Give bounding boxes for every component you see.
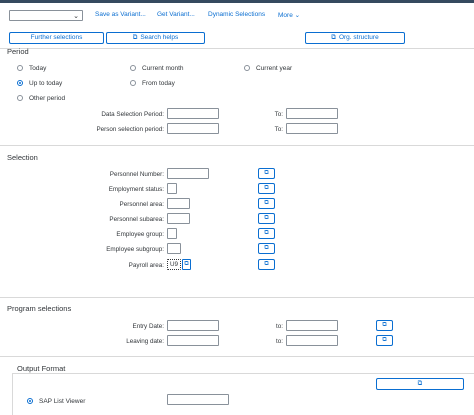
radio-label: Today [29, 64, 47, 72]
external-link-icon: ⧉ [331, 34, 336, 41]
radio-button[interactable] [17, 95, 23, 101]
radio-button[interactable] [17, 65, 23, 71]
more-button[interactable]: More ⌄ [278, 11, 300, 19]
multiple-selection-icon[interactable]: ⧉ [258, 183, 275, 194]
leaving-date-from-input[interactable] [167, 335, 219, 346]
radio-today[interactable]: Today [17, 63, 46, 73]
section-divider [0, 356, 474, 357]
program-selections-title: Program selections [7, 304, 72, 313]
dynamic-selections-button[interactable]: Dynamic Selections [208, 11, 265, 18]
entry-date-from-input[interactable] [167, 320, 219, 331]
org-structure-label: Org. structure [338, 34, 379, 41]
employment-status-input[interactable] [167, 183, 177, 194]
variant-select[interactable]: ⌄ [9, 10, 83, 21]
radio-label: Current year [256, 64, 293, 72]
layout-button[interactable]: ⧉ [376, 378, 464, 390]
entry-date-to-input[interactable] [286, 320, 338, 331]
radio-current-month[interactable]: Current month [130, 63, 184, 73]
search-helps-button[interactable]: ⧉ Search helps [106, 32, 205, 44]
period-title: Period [7, 47, 29, 56]
value-help-icon[interactable]: ⧉ [182, 259, 191, 270]
org-structure-button[interactable]: ⧉ Org. structure [305, 32, 405, 44]
employee-group-label: Employee group: [116, 231, 164, 238]
chevron-down-icon: ⌄ [73, 13, 79, 20]
multiple-selection-icon[interactable]: ⧉ [258, 243, 275, 254]
personnel-number-input[interactable] [167, 168, 209, 179]
data-selection-period-label: Data Selection Period: [101, 111, 164, 118]
multiple-selection-icon[interactable]: ⧉ [258, 213, 275, 224]
employment-status-label: Employment status: [108, 186, 164, 193]
employee-group-input[interactable] [167, 228, 177, 239]
leaving-date-label: Leaving date: [126, 338, 164, 345]
more-label: More [278, 12, 293, 19]
personnel-number-label: Personnel Number: [109, 171, 164, 178]
radio-button[interactable] [130, 65, 136, 71]
radio-up-to-today[interactable]: Up to today [17, 78, 62, 88]
personnel-subarea-label: Personnel subarea: [109, 216, 164, 223]
radio-button[interactable] [130, 80, 136, 86]
radio-label: Current month [142, 64, 184, 72]
radio-label: From today [142, 79, 175, 87]
leaving-date-to-input[interactable] [286, 335, 338, 346]
radio-label: Other period [29, 94, 66, 102]
layout-input[interactable] [167, 394, 229, 405]
radio-label: SAP List Viewer [39, 397, 86, 405]
radio-button-selected[interactable] [17, 80, 23, 86]
person-selection-from-input[interactable] [167, 123, 219, 134]
entry-date-label: Entry Date: [132, 323, 165, 330]
radio-other-period[interactable]: Other period [17, 93, 65, 103]
save-as-variant-button[interactable]: Save as Variant... [95, 11, 146, 18]
data-selection-to-input[interactable] [286, 108, 338, 119]
further-selections-label: Further selections [30, 34, 83, 41]
multiple-selection-icon[interactable]: ⧉ [376, 320, 393, 331]
to-label: to: [275, 338, 283, 345]
chevron-down-icon: ⌄ [294, 12, 301, 19]
radio-sap-list-viewer[interactable]: SAP List Viewer [27, 396, 85, 406]
multiple-selection-icon[interactable]: ⧉ [258, 168, 275, 179]
data-selection-from-input[interactable] [167, 108, 219, 119]
personnel-subarea-input[interactable] [167, 213, 190, 224]
personnel-area-input[interactable] [167, 198, 190, 209]
layout-icon: ⧉ [417, 380, 423, 387]
multiple-selection-icon[interactable]: ⧉ [376, 335, 393, 346]
employee-subgroup-input[interactable] [167, 243, 181, 254]
radio-from-today[interactable]: From today [130, 78, 175, 88]
section-divider [0, 297, 474, 298]
further-selections-button[interactable]: Further selections [9, 32, 104, 44]
external-link-icon: ⧉ [132, 34, 138, 41]
radio-current-year[interactable]: Current year [244, 63, 292, 73]
payroll-area-input[interactable]: U9 [167, 259, 181, 270]
person-selection-period-label: Person selection period: [96, 126, 164, 133]
get-variant-button[interactable]: Get Variant... [157, 11, 195, 18]
search-helps-label: Search helps [140, 34, 179, 41]
multiple-selection-icon[interactable]: ⧉ [258, 198, 275, 209]
radio-button-selected[interactable] [27, 398, 33, 404]
multiple-selection-icon[interactable]: ⧉ [258, 228, 275, 239]
to-label: To: [274, 111, 283, 118]
multiple-selection-icon[interactable]: ⧉ [258, 259, 275, 270]
radio-label: Up to today [29, 79, 63, 87]
payroll-area-label: Payroll area: [128, 262, 164, 269]
personnel-area-label: Personnel area: [119, 201, 164, 208]
output-format-title: Output Format [17, 364, 66, 373]
person-selection-to-input[interactable] [286, 123, 338, 134]
employee-subgroup-label: Employee subgroup: [106, 246, 164, 253]
radio-button[interactable] [244, 65, 250, 71]
to-label: to: [275, 323, 283, 330]
to-label: To: [274, 126, 283, 133]
selection-title: Selection [7, 153, 38, 162]
section-divider [0, 145, 474, 146]
